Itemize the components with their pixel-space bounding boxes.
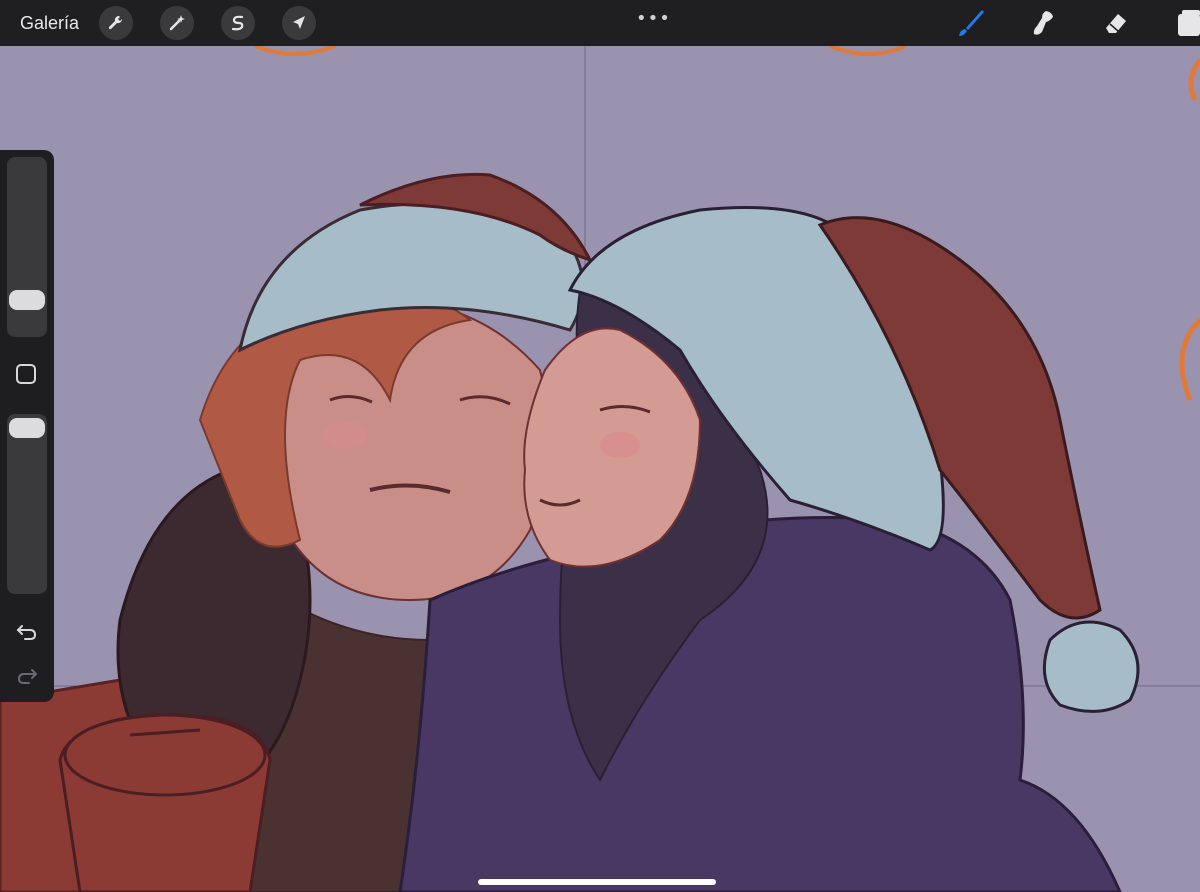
gallery-button[interactable]: Galería xyxy=(20,13,79,34)
selection-s-icon xyxy=(231,15,244,31)
opacity-slider[interactable] xyxy=(7,414,47,594)
smudge-tool-button[interactable] xyxy=(1026,6,1060,40)
undo-icon xyxy=(16,625,37,640)
layers-icon xyxy=(1178,10,1200,36)
more-options-button[interactable]: ••• xyxy=(636,8,671,29)
move-arrow-icon xyxy=(293,16,306,29)
home-indicator[interactable] xyxy=(478,879,716,885)
magic-wand-icon xyxy=(169,15,186,31)
sidebar xyxy=(0,150,54,702)
drawing-canvas[interactable] xyxy=(0,46,1200,892)
redo-button[interactable] xyxy=(13,664,41,688)
redo-icon xyxy=(17,669,38,684)
eraser-tool-button[interactable] xyxy=(1098,6,1132,40)
brush-size-slider[interactable] xyxy=(7,157,47,337)
opacity-thumb[interactable] xyxy=(9,418,45,438)
smudge-icon xyxy=(1033,11,1053,35)
undo-button[interactable] xyxy=(13,620,41,644)
modify-button[interactable] xyxy=(16,364,36,384)
brush-tool-button[interactable] xyxy=(954,6,988,40)
brush-icon xyxy=(959,10,984,36)
right-tools xyxy=(916,0,1200,46)
layers-button[interactable] xyxy=(1170,6,1200,40)
transform-button[interactable] xyxy=(282,6,317,40)
top-toolbar: Galería ••• xyxy=(0,0,1200,46)
adjustments-button[interactable] xyxy=(160,6,195,40)
selection-button[interactable] xyxy=(221,6,256,40)
wrench-icon xyxy=(108,15,123,30)
eraser-icon xyxy=(1106,14,1126,33)
actions-button[interactable] xyxy=(99,6,134,40)
brush-size-thumb[interactable] xyxy=(9,290,45,310)
